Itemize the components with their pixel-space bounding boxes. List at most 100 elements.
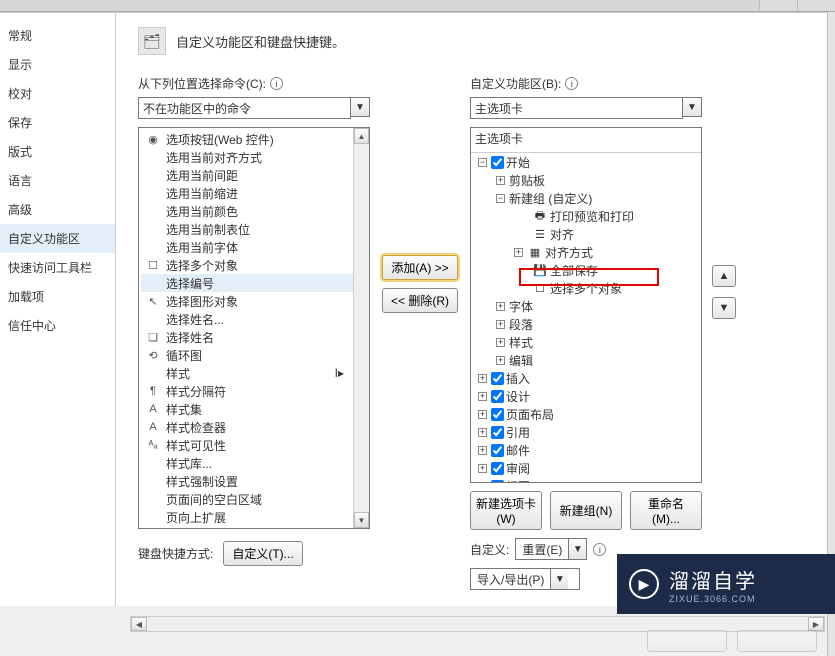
list-item[interactable]: ❏选择姓名 (141, 328, 367, 346)
new-tab-button[interactable]: 新建选项卡(W) (470, 491, 542, 530)
chevron-down-icon[interactable]: ▼ (550, 569, 568, 589)
sidebar-item-customize-ribbon[interactable]: 自定义功能区 (0, 224, 115, 253)
tree-node-review[interactable]: +审阅 (474, 459, 698, 477)
chevron-down-icon[interactable]: ▼ (568, 539, 586, 559)
expand-icon[interactable]: + (496, 302, 505, 311)
expand-icon[interactable]: + (496, 356, 505, 365)
expand-icon[interactable]: + (478, 482, 487, 484)
tree-node-font[interactable]: +字体 (474, 297, 698, 315)
tree-node-edit[interactable]: +编辑 (474, 351, 698, 369)
kb-customize-button[interactable]: 自定义(T)... (223, 541, 302, 566)
sidebar-item-display[interactable]: 显示 (0, 50, 115, 79)
sidebar-item-general[interactable]: 常规 (0, 21, 115, 50)
tree-checkbox[interactable] (491, 462, 504, 475)
expand-icon[interactable]: + (478, 446, 487, 455)
list-item[interactable]: 页向下扩展 (141, 526, 367, 529)
tree-node-saveall[interactable]: 💾全部保存 (474, 261, 698, 279)
list-item[interactable]: ☐选择多个对象 (141, 256, 367, 274)
expand-icon[interactable]: + (478, 374, 487, 383)
expand-icon[interactable]: + (478, 428, 487, 437)
tree-node-view[interactable]: +视图 (474, 477, 698, 483)
list-item[interactable]: ⟲循环图 (141, 346, 367, 364)
tree-node-design[interactable]: +设计 (474, 387, 698, 405)
sidebar-item-advanced[interactable]: 高级 (0, 195, 115, 224)
cancel-button[interactable] (737, 630, 817, 652)
listbox-scrollbar[interactable]: ▲ ▼ (353, 128, 369, 528)
sidebar-item-language[interactable]: 语言 (0, 166, 115, 195)
list-item[interactable]: A样式检查器 (141, 418, 367, 436)
sidebar-item-layout[interactable]: 版式 (0, 137, 115, 166)
list-item[interactable]: ¶样式分隔符 (141, 382, 367, 400)
help-icon[interactable]: i (565, 77, 578, 90)
right-combo[interactable]: 主选项卡 ▼ (470, 97, 702, 119)
window-min-button[interactable] (759, 0, 797, 10)
tree-node-style[interactable]: +样式 (474, 333, 698, 351)
tree-node-newgroup[interactable]: −新建组 (自定义) (474, 189, 698, 207)
expand-icon[interactable]: + (496, 320, 505, 329)
reset-dropdown[interactable]: 重置(E) ▼ (515, 538, 587, 560)
tree-checkbox[interactable] (491, 372, 504, 385)
scroll-up-button[interactable]: ▲ (354, 128, 369, 144)
sidebar-item-trust[interactable]: 信任中心 (0, 311, 115, 340)
list-item[interactable]: 选择姓名... (141, 310, 367, 328)
chevron-down-icon[interactable]: ▼ (350, 97, 370, 117)
list-item[interactable]: ᴬₐ样式可见性 (141, 436, 367, 454)
tree-node-mail[interactable]: +邮件 (474, 441, 698, 459)
list-item[interactable]: 样式库... (141, 454, 367, 472)
expand-icon[interactable]: + (478, 392, 487, 401)
tree-checkbox[interactable] (491, 480, 504, 484)
list-item[interactable]: 选择编号 (141, 274, 367, 292)
list-item[interactable]: 页面间的空白区域 (141, 490, 367, 508)
sidebar-item-proofing[interactable]: 校对 (0, 79, 115, 108)
scroll-left-button[interactable]: ◀ (131, 617, 147, 631)
list-item[interactable]: 选用当前字体 (141, 238, 367, 256)
list-item[interactable]: 页向上扩展 (141, 508, 367, 526)
help-icon[interactable]: i (593, 543, 606, 556)
scroll-right-button[interactable]: ▶ (808, 617, 824, 631)
help-icon[interactable]: i (270, 77, 283, 90)
tree-node-selectmulti[interactable]: ☐选择多个对象 (474, 279, 698, 297)
window-max-button[interactable] (797, 0, 835, 10)
tree-node-align[interactable]: ☰对齐 (474, 225, 698, 243)
list-item[interactable]: 选用当前颜色 (141, 202, 367, 220)
expand-icon[interactable]: + (514, 248, 523, 257)
tree-checkbox[interactable] (491, 408, 504, 421)
tree-node-start[interactable]: −开始 (474, 153, 698, 171)
tree-node-clipboard[interactable]: +剪贴板 (474, 171, 698, 189)
move-down-button[interactable]: ▼ (712, 297, 736, 319)
sidebar-item-qat[interactable]: 快速访问工具栏 (0, 253, 115, 282)
import-export-dropdown[interactable]: 导入/导出(P) ▼ (470, 568, 580, 590)
list-item[interactable]: 选用当前制表位 (141, 220, 367, 238)
tree-node-page-layout[interactable]: +页面布局 (474, 405, 698, 423)
scroll-down-button[interactable]: ▼ (354, 512, 369, 528)
rename-button[interactable]: 重命名(M)... (630, 491, 702, 530)
move-up-button[interactable]: ▲ (712, 265, 736, 287)
add-button[interactable]: 添加(A) >> (382, 255, 457, 280)
list-item[interactable]: A样式集 (141, 400, 367, 418)
chevron-down-icon[interactable]: ▼ (682, 97, 702, 117)
tree-node-ref[interactable]: +引用 (474, 423, 698, 441)
tree-node-alignmode[interactable]: +▦对齐方式 (474, 243, 698, 261)
sidebar-item-addins[interactable]: 加载项 (0, 282, 115, 311)
sidebar-item-save[interactable]: 保存 (0, 108, 115, 137)
expand-icon[interactable]: + (478, 410, 487, 419)
tree-checkbox[interactable] (491, 390, 504, 403)
tree-checkbox[interactable] (491, 156, 504, 169)
commands-listbox[interactable]: ◉选项按钮(Web 控件)选用当前对齐方式选用当前间距选用当前缩进选用当前颜色选… (138, 127, 370, 529)
expand-icon[interactable]: + (496, 338, 505, 347)
ribbon-tree[interactable]: 主选项卡 −开始 +剪贴板 −新建组 (自定义) 🖶打印预览和打印 ☰对齐 +▦… (470, 127, 702, 483)
left-combo[interactable]: 不在功能区中的命令 ▼ (138, 97, 370, 119)
tree-checkbox[interactable] (491, 426, 504, 439)
list-item[interactable]: 选用当前间距 (141, 166, 367, 184)
expand-icon[interactable]: + (496, 176, 505, 185)
tree-node-print[interactable]: 🖶打印预览和打印 (474, 207, 698, 225)
list-item[interactable]: 选用当前缩进 (141, 184, 367, 202)
tree-node-paragraph[interactable]: +段落 (474, 315, 698, 333)
list-item[interactable]: ◉选项按钮(Web 控件) (141, 130, 367, 148)
ok-button[interactable] (647, 630, 727, 652)
collapse-icon[interactable]: − (478, 158, 487, 167)
tree-checkbox[interactable] (491, 444, 504, 457)
collapse-icon[interactable]: − (496, 194, 505, 203)
list-item[interactable]: 选用当前对齐方式 (141, 148, 367, 166)
new-group-button[interactable]: 新建组(N) (550, 491, 622, 530)
